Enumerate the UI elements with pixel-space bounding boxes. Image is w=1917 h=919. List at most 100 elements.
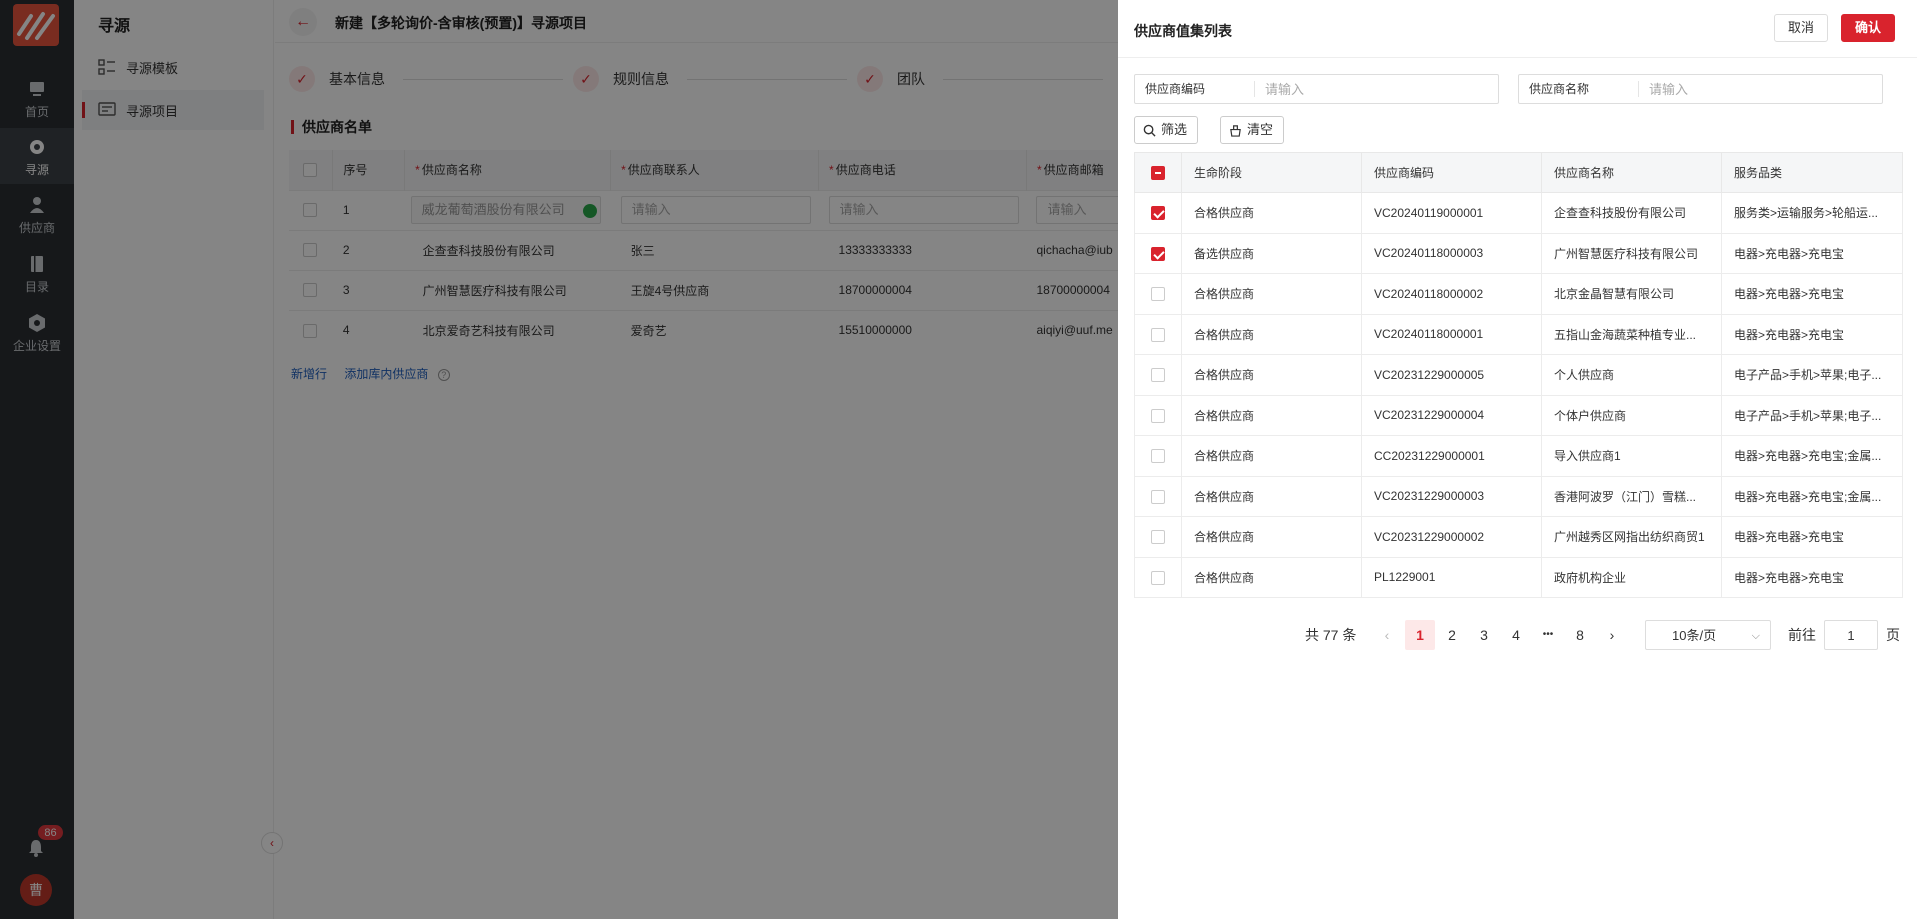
- row-checkbox[interactable]: [1151, 327, 1165, 342]
- table-row[interactable]: 合格供应商 VC20231229000004 个体户供应商 电子产品>手机>苹果;电子…: [1134, 394, 1903, 436]
- prev-page-button[interactable]: ‹: [1372, 620, 1402, 650]
- clear-button-label: 清空: [1247, 122, 1274, 137]
- service-category: 电器>充电器>充电宝: [1721, 273, 1903, 315]
- filter-button[interactable]: 筛选: [1134, 116, 1199, 144]
- service-category: 电器>充电器>充电宝;金属...: [1721, 435, 1903, 477]
- service-category: 电器>充电器>充电宝;金属...: [1721, 475, 1903, 517]
- lifecycle-stage: 合格供应商: [1181, 435, 1362, 477]
- supplier-name: 企查查科技股份有限公司: [1541, 192, 1722, 234]
- page-button[interactable]: 1: [1405, 620, 1435, 650]
- page-button[interactable]: 4: [1501, 620, 1531, 650]
- supplier-name: 香港阿波罗（江门）雪糕...: [1541, 475, 1722, 517]
- lifecycle-stage: 合格供应商: [1181, 192, 1362, 234]
- service-category: 电子产品>手机>苹果;电子...: [1721, 354, 1903, 396]
- column-header: 供应商名称: [1541, 152, 1722, 193]
- page-button[interactable]: 2: [1437, 620, 1467, 650]
- page-button[interactable]: 3: [1469, 620, 1499, 650]
- row-checkbox-cell[interactable]: [1134, 192, 1182, 234]
- supplier-name: 五指山金海蔬菜种植专业...: [1541, 313, 1722, 355]
- table-row[interactable]: 合格供应商 VC20240119000001 企查查科技股份有限公司 服务类>运输服务…: [1134, 192, 1903, 234]
- row-checkbox[interactable]: [1151, 530, 1165, 545]
- row-checkbox[interactable]: [1151, 368, 1165, 383]
- supplier-name: 政府机构企业: [1541, 556, 1722, 598]
- row-checkbox-cell[interactable]: [1134, 394, 1182, 436]
- service-category: 电子产品>手机>苹果;电子...: [1721, 394, 1903, 436]
- chevron-down-icon: ⌵: [1751, 630, 1760, 642]
- next-page-button[interactable]: ›: [1597, 620, 1627, 650]
- lifecycle-stage: 合格供应商: [1181, 354, 1362, 396]
- supplier-code: VC20231229000005: [1361, 354, 1542, 396]
- page-size-value: 10条/页: [1672, 628, 1717, 643]
- column-header: 服务品类: [1721, 152, 1903, 193]
- table-row[interactable]: 合格供应商 VC20231229000003 香港阿波罗（江门）雪糕... 电器>充电…: [1134, 475, 1903, 517]
- select-all-cell[interactable]: [1134, 152, 1182, 193]
- filter-label: 供应商编码: [1135, 81, 1255, 97]
- page-button[interactable]: 8: [1565, 620, 1595, 650]
- table-row[interactable]: 合格供应商 VC20231229000005 个人供应商 电子产品>手机>苹果;电子.…: [1134, 354, 1903, 396]
- row-checkbox[interactable]: [1151, 287, 1165, 302]
- goto-suffix: 页: [1886, 627, 1900, 643]
- page-ellipsis[interactable]: •••: [1533, 620, 1563, 650]
- modal-mask[interactable]: [0, 0, 1118, 919]
- supplier-code: CC20231229000001: [1361, 435, 1542, 477]
- service-category: 电器>充电器>充电宝: [1721, 556, 1903, 598]
- lifecycle-stage: 合格供应商: [1181, 516, 1362, 558]
- filter-label: 供应商名称: [1519, 81, 1639, 97]
- row-checkbox[interactable]: [1151, 408, 1165, 423]
- lifecycle-stage: 合格供应商: [1181, 313, 1362, 355]
- table-row[interactable]: 合格供应商 VC20240118000001 五指山金海蔬菜种植专业... 电器>充电…: [1134, 313, 1903, 355]
- row-checkbox[interactable]: [1151, 570, 1165, 585]
- supplier-value-table: 生命阶段 供应商编码 供应商名称 服务品类 合格供应商 VC20240119000…: [1134, 152, 1903, 598]
- supplier-code: VC20231229000002: [1361, 516, 1542, 558]
- row-checkbox-cell[interactable]: [1134, 435, 1182, 477]
- row-checkbox-cell[interactable]: [1134, 475, 1182, 517]
- supplier-name: 个人供应商: [1541, 354, 1722, 396]
- table-row[interactable]: 备选供应商 VC20240118000003 广州智慧医疗科技有限公司 电器>充电器>…: [1134, 232, 1903, 274]
- row-checkbox[interactable]: [1151, 206, 1165, 221]
- row-checkbox-cell[interactable]: [1134, 516, 1182, 558]
- row-checkbox[interactable]: [1151, 449, 1165, 464]
- column-header: 供应商编码: [1361, 152, 1542, 193]
- row-checkbox-cell[interactable]: [1134, 273, 1182, 315]
- row-checkbox-cell[interactable]: [1134, 556, 1182, 598]
- row-checkbox[interactable]: [1151, 489, 1165, 504]
- goto-page-input[interactable]: 1: [1824, 620, 1878, 650]
- row-checkbox-cell[interactable]: [1134, 354, 1182, 396]
- clear-icon: [1230, 124, 1241, 137]
- service-category: 电器>充电器>充电宝: [1721, 232, 1903, 274]
- supplier-name-filter: 供应商名称: [1518, 74, 1883, 104]
- goto-label: 前往: [1788, 627, 1816, 643]
- service-category: 电器>充电器>充电宝: [1721, 313, 1903, 355]
- search-icon: [1143, 124, 1156, 137]
- lifecycle-stage: 合格供应商: [1181, 394, 1362, 436]
- service-category: 服务类>运输服务>轮船运...: [1721, 192, 1903, 234]
- supplier-name: 导入供应商1: [1541, 435, 1722, 477]
- table-row[interactable]: 合格供应商 VC20240118000002 北京金晶智慧有限公司 电器>充电器>充电…: [1134, 273, 1903, 315]
- supplier-code: VC20240119000001: [1361, 192, 1542, 234]
- supplier-name: 广州越秀区网指出纺织商贸1: [1541, 516, 1722, 558]
- cancel-button[interactable]: 取消: [1774, 14, 1829, 42]
- column-header: 生命阶段: [1181, 152, 1362, 193]
- table-row[interactable]: 合格供应商 PL1229001 政府机构企业 电器>充电器>充电宝: [1134, 556, 1903, 598]
- confirm-button[interactable]: 确认: [1841, 14, 1896, 42]
- table-row[interactable]: 合格供应商 CC20231229000001 导入供应商1 电器>充电器>充电宝;金属…: [1134, 435, 1903, 477]
- row-checkbox-cell[interactable]: [1134, 313, 1182, 355]
- service-category: 电器>充电器>充电宝: [1721, 516, 1903, 558]
- lifecycle-stage: 合格供应商: [1181, 475, 1362, 517]
- supplier-name-input[interactable]: [1649, 76, 1869, 102]
- pagination: 共 77 条 ‹ 1 2 3 4 ••• 8 › 10条/页 ⌵ 前往 1 页: [1118, 620, 1917, 650]
- supplier-name: 个体户供应商: [1541, 394, 1722, 436]
- table-row[interactable]: 合格供应商 VC20231229000002 广州越秀区网指出纺织商贸1 电器>充电器…: [1134, 516, 1903, 558]
- supplier-code-input[interactable]: [1265, 76, 1485, 102]
- lifecycle-stage: 合格供应商: [1181, 273, 1362, 315]
- clear-button[interactable]: 清空: [1220, 116, 1285, 144]
- supplier-code: VC20240118000003: [1361, 232, 1542, 274]
- supplier-code: VC20240118000002: [1361, 273, 1542, 315]
- supplier-code-filter: 供应商编码: [1134, 74, 1499, 104]
- divider: [1118, 57, 1917, 58]
- row-checkbox-cell[interactable]: [1134, 232, 1182, 274]
- row-checkbox[interactable]: [1151, 246, 1165, 261]
- select-all-checkbox[interactable]: [1151, 165, 1165, 180]
- supplier-name: 广州智慧医疗科技有限公司: [1541, 232, 1722, 274]
- page-size-select[interactable]: 10条/页 ⌵: [1645, 620, 1771, 650]
